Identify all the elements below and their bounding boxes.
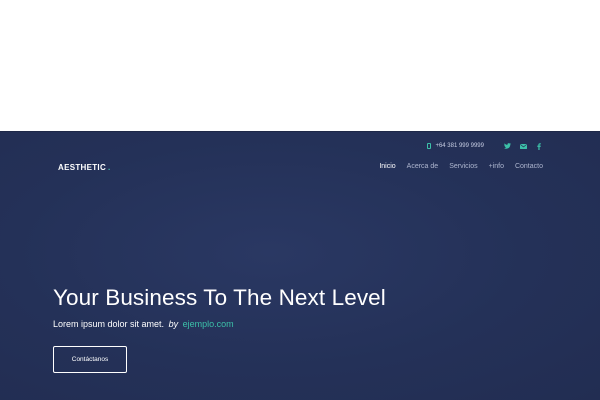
hero-headline: Your Business To The Next Level (53, 285, 386, 310)
subline-link[interactable]: ejemplo.com (183, 319, 234, 329)
facebook-icon[interactable] (534, 141, 544, 151)
nav-item-info[interactable]: +info (489, 163, 504, 170)
phone-icon (427, 143, 432, 149)
subline-by: by (168, 319, 179, 329)
topbar: +64 381 999 9999 (427, 141, 544, 151)
page: +64 381 999 9999 AESTHETIC. Inicio Acerc… (0, 0, 600, 400)
nav-item-contacto[interactable]: Contacto (515, 163, 543, 170)
brand-logo[interactable]: AESTHETIC. (58, 163, 111, 172)
nav-item-servicios[interactable]: Servicios (449, 163, 477, 170)
phone-number: +64 381 999 9999 (435, 143, 484, 149)
hero-subline: Lorem ipsum dolor sit amet. by ejemplo.c… (53, 319, 234, 329)
twitter-icon[interactable] (502, 141, 512, 151)
nav-item-acerca-de[interactable]: Acerca de (407, 163, 439, 170)
main-nav: Inicio Acerca de Servicios +info Contact… (368, 163, 543, 170)
hero-section: +64 381 999 9999 AESTHETIC. Inicio Acerc… (0, 131, 600, 400)
brand-dot: . (108, 163, 111, 172)
mail-icon[interactable] (518, 141, 528, 151)
contact-button[interactable]: Contáctanos (53, 346, 127, 373)
phone-contact[interactable]: +64 381 999 9999 (427, 143, 484, 149)
brand-name: AESTHETIC (58, 163, 107, 172)
subline-text: Lorem ipsum dolor sit amet. (53, 319, 165, 329)
nav-item-inicio[interactable]: Inicio (379, 163, 395, 170)
